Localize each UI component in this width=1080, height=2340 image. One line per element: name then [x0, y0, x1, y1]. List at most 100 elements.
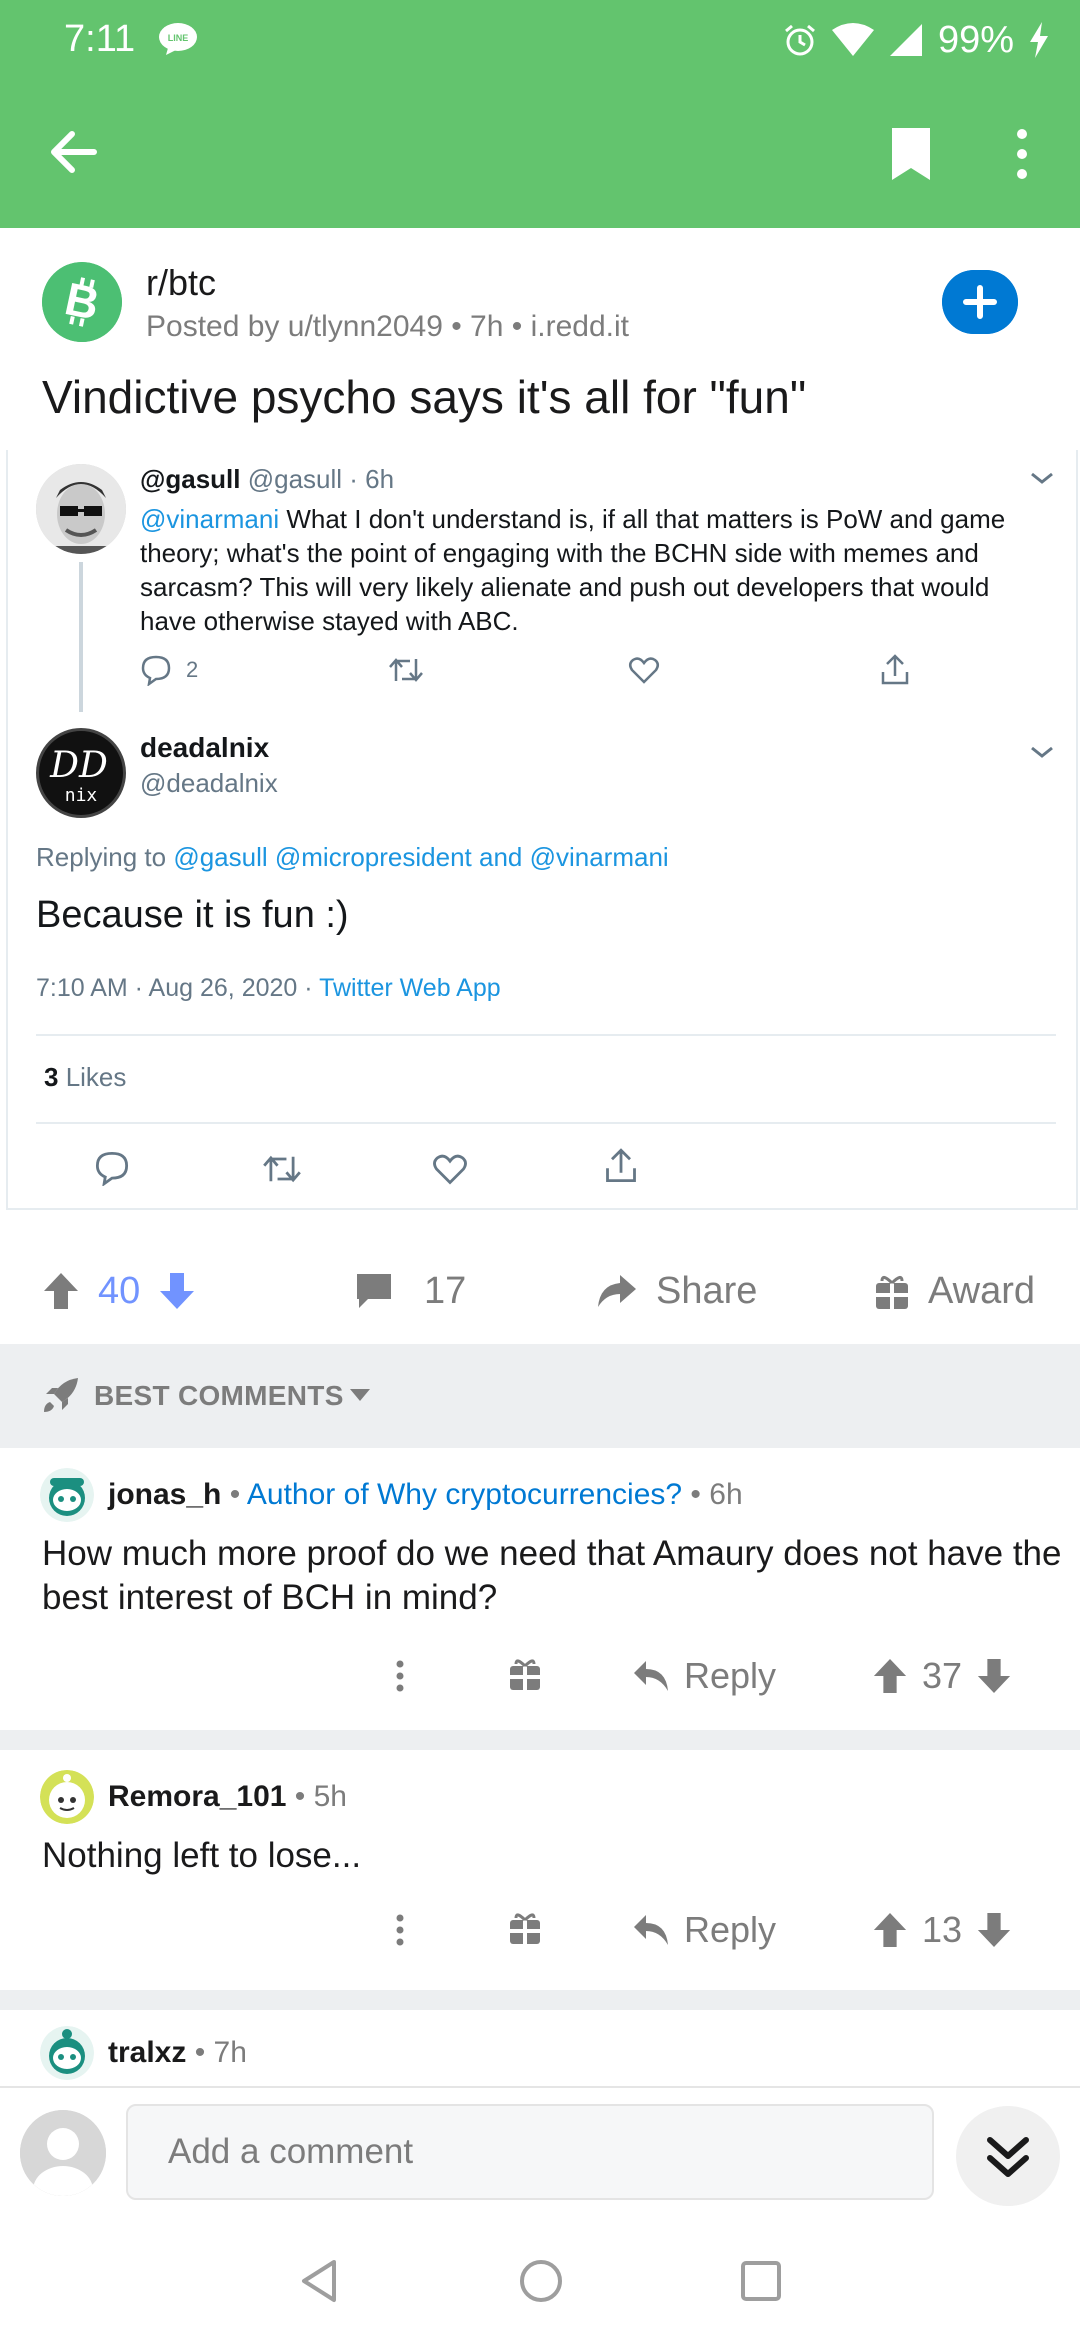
system-nav-bar [0, 2216, 1080, 2340]
comment-item: tralxz • 7h [0, 2010, 1080, 2086]
rocket-icon [44, 1378, 78, 1412]
reply-button[interactable]: Reply [632, 1900, 776, 1960]
more-vert-icon[interactable] [1008, 124, 1036, 184]
award-button[interactable]: Award [874, 1256, 1035, 1326]
downvote-arrow-icon[interactable] [976, 1911, 1012, 1949]
comment-header: tralxz • 7h [108, 2036, 247, 2070]
user-avatar[interactable] [40, 1468, 94, 1522]
app-header: 7:11 LINE 99% [0, 0, 1080, 228]
comment-header: Remora_101 • 5h [108, 1780, 347, 1814]
line-app-icon: LINE [159, 23, 197, 55]
comments-count-button[interactable]: 17 [354, 1256, 466, 1326]
comment-author[interactable]: tralxz [108, 2036, 186, 2069]
recents-square-icon[interactable] [740, 2260, 782, 2302]
comment-text: How much more proof do we need that Amau… [42, 1534, 1062, 1617]
chevron-down-icon [1031, 746, 1053, 758]
svg-text:LINE: LINE [168, 33, 189, 43]
comment-icon [357, 1274, 391, 1308]
comment-actions: Reply 13 [0, 1900, 1080, 1960]
alarm-icon [784, 24, 815, 56]
share-button[interactable]: Share [596, 1256, 757, 1326]
tweet-1-text: @vinarmani What I don't understand is, i… [140, 504, 1006, 636]
comment-separator [0, 1990, 1080, 2010]
retweet-icon [389, 658, 423, 682]
upload-icon [881, 654, 909, 685]
add-comment-input[interactable]: Add a comment [126, 2104, 934, 2200]
tweet-avatar-deadalnix: DD nix [36, 728, 126, 818]
downvote-arrow-icon[interactable] [158, 1271, 196, 1311]
comment-separator [0, 1730, 1080, 1750]
tweet-2-actions [8, 1140, 1080, 1200]
caret-down-icon [350, 1389, 370, 1401]
upvote-arrow-icon[interactable] [42, 1271, 80, 1311]
comment-vote: 13 [872, 1900, 1012, 1960]
tweet-2-handle: @deadalnix [140, 768, 278, 798]
reply-arrow-icon [634, 1661, 668, 1691]
reply-bubble-icon [141, 655, 171, 686]
comment-time: • 5h [286, 1780, 347, 1813]
tweet-divider [36, 1122, 1056, 1124]
add-comment-bar: Add a comment [0, 2086, 1080, 2216]
post-image-tweet[interactable]: @gasull @gasull · 6h @vinarmani What I d… [6, 450, 1078, 1210]
comment-vote: 37 [872, 1646, 1012, 1706]
gift-icon[interactable] [508, 1900, 542, 1960]
status-time: 7:11 [64, 18, 136, 60]
post-vote: 40 [42, 1256, 196, 1326]
tweet-2-datetime: 7:10 AM · Aug 26, 2020 · Twitter Web App [36, 974, 501, 1002]
upvote-arrow-icon[interactable] [872, 1911, 908, 1949]
comment-item: Remora_101 • 5h Nothing left to lose... … [0, 1750, 1080, 1990]
back-triangle-icon[interactable] [296, 2258, 342, 2304]
user-avatar[interactable] [40, 1770, 94, 1824]
status-icons: 99% [782, 16, 1050, 64]
wifi-icon [831, 23, 874, 56]
tweet-1-mention: @vinarmani [140, 504, 280, 534]
comment-author[interactable]: jonas_h [108, 1478, 221, 1511]
more-vert-icon[interactable] [388, 1900, 412, 1960]
sort-label: BEST COMMENTS [94, 1380, 344, 1411]
user-avatar[interactable] [40, 2026, 94, 2080]
gift-icon[interactable] [508, 1646, 542, 1706]
upvote-arrow-icon[interactable] [872, 1657, 908, 1695]
upload-icon [606, 1148, 636, 1183]
comment-item: jonas_h • Author of Why cryptocurrencies… [0, 1448, 1080, 1730]
charging-icon [1030, 22, 1048, 58]
tweet-1-actions: 2 [140, 650, 920, 690]
status-bar: 7:11 LINE 99% [0, 0, 1080, 80]
tweet-2-likes: 3 Likes [44, 1062, 127, 1092]
signal-icon [889, 24, 922, 56]
tweet-avatar-gasull [36, 464, 126, 554]
post-title: Vindictive psycho says it's all for "fun… [42, 371, 807, 423]
retweet-icon [263, 1155, 301, 1183]
tweet-1-header: @gasull @gasull · 6h [140, 464, 394, 495]
reply-button[interactable]: Reply [632, 1646, 776, 1706]
join-button[interactable] [942, 270, 1018, 334]
battery-percent: 99% [937, 18, 1014, 61]
tweet-2-source: Twitter Web App [319, 974, 501, 1002]
reply-arrow-icon [634, 1915, 668, 1945]
tweet-1-share [880, 650, 910, 690]
comment-text: Nothing left to lose... [42, 1836, 362, 1875]
more-vert-icon[interactable] [388, 1646, 412, 1706]
svg-text:DD: DD [49, 745, 108, 786]
tweet-1-name: @gasull [140, 464, 241, 494]
arrow-left-icon[interactable] [44, 122, 104, 182]
subreddit-avatar[interactable]: B [42, 262, 122, 342]
home-circle-icon[interactable] [518, 2258, 564, 2304]
comment-time: • 7h [186, 2036, 247, 2069]
reply-bubble-icon [95, 1151, 129, 1186]
tweet-divider [36, 1034, 1056, 1036]
bookmark-icon[interactable] [888, 126, 934, 182]
current-user-avatar[interactable] [20, 2110, 106, 2196]
gift-icon [876, 1276, 908, 1309]
comment-author[interactable]: Remora_101 [108, 1780, 286, 1813]
subreddit-name[interactable]: r/btc [146, 262, 216, 304]
comment-time: • 6h [682, 1478, 743, 1511]
comment-header: jonas_h • Author of Why cryptocurrencies… [108, 1478, 743, 1511]
comment-sort-bar[interactable]: BEST COMMENTS [0, 1344, 1080, 1448]
double-chevron-down-icon[interactable] [956, 2106, 1060, 2206]
tweet-1-reply: 2 [140, 650, 198, 690]
svg-text:nix: nix [65, 785, 98, 806]
downvote-arrow-icon[interactable] [976, 1657, 1012, 1695]
comment-actions: Reply 37 [0, 1646, 1080, 1706]
heart-icon [433, 1154, 467, 1185]
